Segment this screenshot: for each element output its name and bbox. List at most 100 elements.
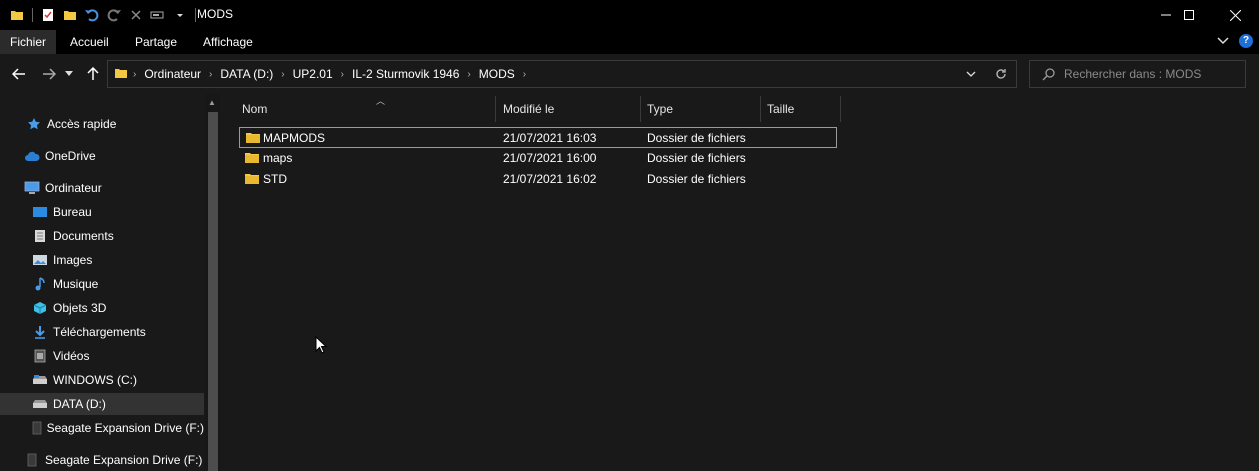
nav-item-bureau[interactable]: Bureau — [0, 201, 204, 223]
tab-partage[interactable]: Partage — [125, 30, 187, 54]
column-header-name[interactable]: Nom ︿ — [236, 96, 496, 122]
nav-item-label: Seagate Expansion Drive (F:) — [45, 453, 203, 467]
nav-item-musique[interactable]: Musique — [0, 273, 204, 295]
drive-icon — [31, 371, 49, 389]
table-row[interactable]: maps 21/07/2021 16:00 Dossier de fichier… — [239, 148, 837, 169]
file-modified: 21/07/2021 16:02 — [503, 172, 597, 186]
column-header-size[interactable]: Taille — [761, 96, 841, 122]
search-icon — [1042, 67, 1056, 84]
close-button[interactable] — [1212, 0, 1258, 30]
address-tools — [956, 61, 1016, 87]
crumb-ordinateur[interactable]: Ordinateur — [139, 67, 206, 81]
crumb-up2[interactable]: UP2.01 — [288, 67, 338, 81]
properties-icon[interactable] — [39, 6, 57, 24]
ribbon-tabs: Fichier Accueil Partage Affichage ? — [0, 30, 1259, 54]
chevron-right-icon[interactable]: › — [338, 69, 347, 80]
nav-item-seagate-f[interactable]: Seagate Expansion Drive (F:) — [0, 417, 204, 439]
crumb-data-d[interactable]: DATA (D:) — [215, 67, 278, 81]
tab-accueil[interactable]: Accueil — [60, 30, 119, 54]
column-header-label: Taille — [767, 102, 795, 116]
file-modified: 21/07/2021 16:00 — [503, 151, 597, 165]
crumb-il2[interactable]: IL-2 Sturmovik 1946 — [347, 67, 464, 81]
file-type: Dossier de fichiers — [647, 172, 746, 186]
column-header-modified[interactable]: Modifié le — [497, 96, 641, 122]
nav-item-data-d[interactable]: DATA (D:) — [0, 393, 204, 415]
nav-item-label: Images — [53, 253, 93, 267]
column-header-label: Modifié le — [503, 102, 555, 116]
folder-icon — [8, 6, 26, 24]
nav-item-onedrive[interactable]: OneDrive — [0, 145, 204, 167]
back-button[interactable] — [9, 64, 29, 84]
toolbar-separator — [32, 8, 33, 22]
desktop-icon — [31, 203, 49, 221]
drive-icon — [31, 395, 49, 413]
search-input[interactable] — [1064, 65, 1239, 83]
toolbar-separator — [195, 8, 196, 22]
nav-item-documents[interactable]: Documents — [0, 225, 204, 247]
folder-icon — [244, 150, 260, 167]
external-drive-icon — [23, 451, 41, 469]
nav-item-label: Téléchargements — [53, 325, 146, 339]
address-history-button[interactable] — [956, 61, 986, 87]
chevron-down-icon[interactable] — [171, 6, 189, 24]
column-header-type[interactable]: Type — [641, 96, 761, 122]
chevron-right-icon[interactable]: › — [520, 69, 529, 80]
cloud-icon — [23, 147, 41, 165]
refresh-button[interactable] — [986, 61, 1016, 87]
download-icon — [31, 323, 49, 341]
recent-locations-button[interactable] — [62, 64, 76, 84]
computer-icon — [23, 179, 41, 197]
nav-item-telechargements[interactable]: Téléchargements — [0, 321, 204, 343]
nav-item-objets-3d[interactable]: Objets 3D — [0, 297, 204, 319]
cube-icon — [31, 299, 49, 317]
undo-icon[interactable] — [83, 6, 101, 24]
forward-button[interactable] — [39, 64, 59, 84]
nav-item-acces-rapide[interactable]: Accès rapide — [0, 113, 204, 135]
expand-ribbon-icon[interactable] — [1217, 34, 1229, 48]
up-button[interactable] — [83, 64, 103, 84]
nav-item-windows-c[interactable]: WINDOWS (C:) — [0, 369, 204, 391]
sort-ascending-icon: ︿ — [376, 96, 386, 106]
chevron-right-icon[interactable]: › — [278, 69, 287, 80]
chevron-right-icon[interactable]: › — [206, 69, 215, 80]
table-row[interactable]: STD 21/07/2021 16:02 Dossier de fichiers — [239, 169, 837, 190]
scrollbar-thumb[interactable] — [208, 112, 218, 471]
help-icon[interactable]: ? — [1239, 34, 1253, 48]
delete-icon[interactable] — [127, 6, 145, 24]
file-type: Dossier de fichiers — [647, 151, 746, 165]
rename-icon[interactable] — [149, 6, 167, 24]
address-bar[interactable]: › Ordinateur › DATA (D:) › UP2.01 › IL-2… — [107, 60, 1017, 88]
images-icon — [31, 251, 49, 269]
tab-fichier[interactable]: Fichier — [0, 30, 57, 54]
crumb-mods[interactable]: MODS — [474, 67, 520, 81]
nav-item-label: Vidéos — [53, 349, 90, 363]
search-box[interactable] — [1029, 60, 1246, 88]
nav-item-label: Documents — [53, 229, 114, 243]
nav-item-label: DATA (D:) — [53, 397, 106, 411]
navigation-pane: Accès rapide OneDrive Ordinateur Bureau … — [0, 94, 220, 471]
file-name: MAPMODS — [263, 131, 326, 145]
redo-icon[interactable] — [105, 6, 123, 24]
scroll-up-icon[interactable]: ▲ — [208, 98, 216, 107]
column-header-label: Type — [647, 102, 674, 116]
nav-item-videos[interactable]: Vidéos — [0, 345, 204, 367]
new-folder-icon[interactable] — [61, 6, 79, 24]
table-row[interactable]: MAPMODS 21/07/2021 16:03 Dossier de fich… — [239, 127, 837, 148]
ribbon-controls: ? — [1217, 34, 1253, 48]
nav-item-images[interactable]: Images — [0, 249, 204, 271]
nav-item-label: Bureau — [53, 205, 92, 219]
nav-item-label: WINDOWS (C:) — [53, 373, 137, 387]
mouse-cursor-icon — [315, 335, 328, 357]
chevron-right-icon[interactable]: › — [464, 69, 473, 80]
tab-affichage[interactable]: Affichage — [193, 30, 263, 54]
nav-item-seagate-f-root[interactable]: Seagate Expansion Drive (F:) — [0, 449, 204, 471]
nav-item-ordinateur[interactable]: Ordinateur — [0, 177, 204, 199]
maximize-button[interactable] — [1166, 0, 1212, 30]
file-list: Nom ︿ Modifié le Type Taille MAPMODS 21/… — [222, 94, 1259, 471]
nav-item-label: Ordinateur — [45, 181, 102, 195]
documents-icon — [31, 227, 49, 245]
chevron-right-icon[interactable]: › — [130, 69, 139, 80]
navigation-scrollbar[interactable]: ▲ — [205, 94, 220, 471]
file-type: Dossier de fichiers — [647, 131, 746, 145]
file-modified: 21/07/2021 16:03 — [503, 131, 597, 145]
